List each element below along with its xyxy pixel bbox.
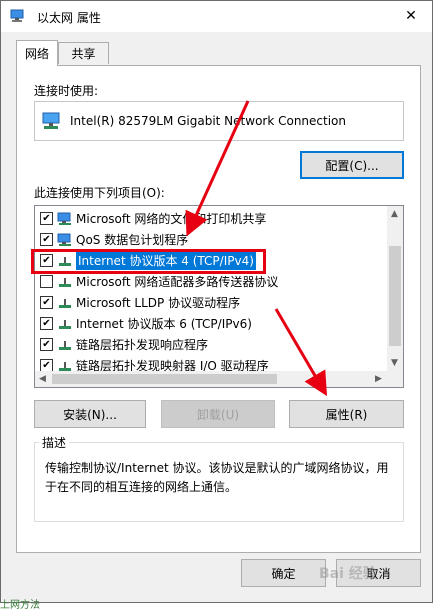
item-label: Microsoft 网络的文件和打印机共享 (76, 212, 267, 226)
properties-dialog: 以太网 属性 ✕ 网络 共享 连接时使用: Intel(R) 82579LM G… (0, 0, 433, 603)
tab-network[interactable]: 网络 (16, 40, 58, 66)
scroll-down-icon[interactable]: ▼ (391, 358, 398, 368)
description-text: 传输控制协议/Internet 协议。该协议是默认的广域网络协议，用于在不同的相… (45, 461, 389, 494)
install-button[interactable]: 安装(N)... (34, 400, 146, 428)
item-label: Microsoft LLDP 协议驱动程序 (76, 296, 241, 310)
item-checkbox[interactable]: ✔ (40, 338, 53, 351)
list-item[interactable]: ✔ Internet 协议版本 4 (TCP/IPv4) (35, 250, 388, 271)
item-checkbox[interactable]: ✔ (40, 212, 53, 225)
ok-button-label: 确定 (271, 566, 296, 581)
tab-label: 共享 (71, 47, 96, 61)
description-legend: 描述 (39, 434, 70, 451)
properties-button-label: 属性(R) (325, 407, 368, 422)
list-item[interactable]: ✔ Microsoft LLDP 协议驱动程序 (35, 292, 388, 313)
connect-using-label: 连接时使用: (34, 84, 99, 98)
item-label: 链路层拓扑发现响应程序 (76, 338, 209, 352)
list-item[interactable]: Microsoft 网络适配器多路传送器协议 (35, 271, 388, 292)
item-checkbox[interactable]: ✔ (40, 254, 53, 267)
item-checkbox[interactable]: ✔ (40, 296, 53, 309)
scroll-thumb[interactable] (389, 246, 401, 346)
list-item[interactable]: ✔ Microsoft 网络的文件和打印机共享 (35, 208, 388, 229)
item-label: Microsoft 网络适配器多路传送器协议 (76, 275, 279, 289)
vertical-scrollbar[interactable]: ▲ ▼ (387, 206, 403, 371)
list-item[interactable]: ✔ 链路层拓扑发现响应程序 (35, 334, 388, 355)
configure-button-label: 配置(C)... (325, 158, 379, 173)
configure-button[interactable]: 配置(C)... (300, 151, 404, 179)
protocol-icon (59, 256, 71, 266)
items-section-label: 此连接使用下列项目(O): (34, 186, 165, 200)
protocol-icon (59, 319, 71, 329)
watermark: Bai 经验 (319, 566, 377, 582)
install-button-label: 安装(N)... (63, 407, 117, 422)
close-button[interactable]: ✕ (396, 3, 426, 29)
adapter-name: Intel(R) 82579LM Gigabit Network Connect… (70, 114, 346, 128)
scroll-left-icon[interactable]: ◀ (39, 374, 46, 384)
scroll-up-icon[interactable]: ▲ (391, 209, 398, 219)
tab-sharing[interactable]: 共享 (58, 42, 109, 64)
scroll-right-icon[interactable]: ▶ (375, 374, 382, 384)
network-adapter-icon (10, 9, 24, 22)
tab-label: 网络 (24, 47, 49, 61)
item-label: QoS 数据包计划程序 (76, 233, 189, 247)
network-share-icon (57, 212, 71, 225)
protocol-icon (59, 277, 71, 287)
uninstall-button-label: 卸载(U) (196, 407, 240, 422)
protocol-icon (59, 298, 71, 308)
list-item[interactable]: ✔ Internet 协议版本 6 (TCP/IPv6) (35, 313, 388, 334)
item-checkbox[interactable]: ✔ (40, 233, 53, 246)
background-text: 上网方法 (0, 600, 40, 611)
uninstall-button[interactable]: 卸载(U) (161, 400, 275, 428)
network-card-icon (42, 112, 60, 129)
item-checkbox[interactable]: ✔ (40, 317, 53, 330)
qos-icon (57, 233, 71, 246)
item-label: Internet 协议版本 6 (TCP/IPv6) (76, 317, 252, 331)
title-bar: 以太网 属性 ✕ (1, 1, 432, 32)
item-label: Internet 协议版本 4 (TCP/IPv4) (76, 251, 256, 270)
adapter-box: Intel(R) 82579LM Gigabit Network Connect… (34, 101, 404, 141)
properties-button[interactable]: 属性(R) (289, 400, 404, 428)
item-checkbox[interactable] (40, 275, 53, 288)
horizontal-scrollbar[interactable]: ◀ ▶ (35, 371, 403, 387)
list-item[interactable]: ✔ QoS 数据包计划程序 (35, 229, 388, 250)
scroll-thumb[interactable] (52, 374, 277, 384)
ok-button[interactable]: 确定 (241, 559, 326, 587)
components-list[interactable]: ✔ Microsoft 网络的文件和打印机共享 ✔ QoS 数据包计划程序 ✔ Inter… (34, 205, 404, 388)
close-icon: ✕ (405, 8, 417, 24)
window-title: 以太网 属性 (37, 11, 101, 25)
protocol-icon (59, 340, 71, 350)
